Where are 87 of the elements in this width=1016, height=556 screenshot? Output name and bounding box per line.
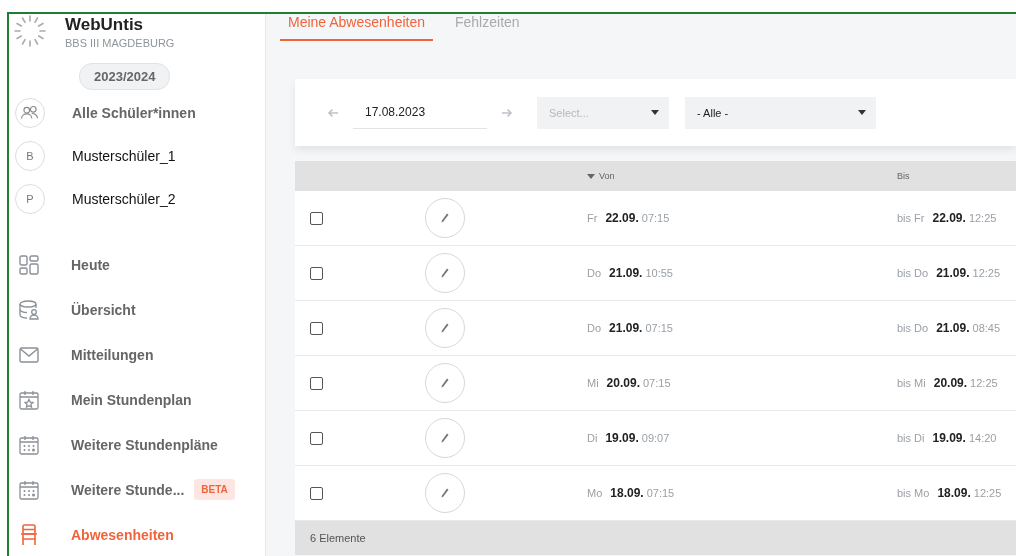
row-checkbox[interactable] <box>310 376 323 390</box>
pencil-icon <box>441 433 449 443</box>
nav-item[interactable]: Mitteilungen <box>71 346 154 363</box>
row-checkbox[interactable] <box>310 321 323 335</box>
student-name[interactable]: Musterschüler_2 <box>72 191 176 207</box>
dropdown-value: - Alle - <box>697 106 729 119</box>
pencil-icon <box>441 213 449 223</box>
student-name[interactable]: Alle Schüler*innen <box>72 105 196 121</box>
school-name: BBS III MAGDEBURG <box>65 37 175 49</box>
row-checkbox[interactable] <box>310 431 323 445</box>
logo-icon <box>13 14 47 48</box>
day-label: bis Do <box>897 267 929 279</box>
pencil-icon <box>441 323 449 333</box>
day-label: Mo <box>587 487 603 499</box>
date-text: 20.09. <box>933 376 968 390</box>
day-label: bis Di <box>897 432 925 444</box>
pencil-icon <box>441 268 449 278</box>
nav-item[interactable]: Abwesenheiten <box>71 526 174 543</box>
placeholder: Select... <box>549 106 589 119</box>
day-label: Mi <box>587 377 599 389</box>
nav-item[interactable]: Weitere Stunde... <box>71 481 185 498</box>
date-field[interactable]: 17.08.2023 <box>353 96 487 129</box>
beta-badge: BETA <box>194 479 235 500</box>
mail-icon <box>19 346 39 363</box>
time-text: 08:45 <box>972 322 1001 334</box>
nav-item[interactable]: Heute <box>71 256 110 273</box>
dashboard-icon <box>19 254 39 275</box>
column-header[interactable]: Bis <box>897 171 910 181</box>
date-text: 18.09. <box>610 486 644 500</box>
day-label: Fr <box>587 212 598 224</box>
edit-button[interactable] <box>425 253 465 293</box>
edit-button[interactable] <box>425 473 465 513</box>
day-label: bis Fr <box>897 212 925 224</box>
time-text: 12:25 <box>970 377 998 389</box>
caret-icon <box>651 110 659 115</box>
tab[interactable]: Meine Abwesenheiten <box>280 14 433 41</box>
nav-item[interactable]: Mein Stundenplan <box>71 391 192 408</box>
database-user-icon <box>19 299 39 320</box>
row-checkbox[interactable] <box>310 266 323 280</box>
time-text: 07:15 <box>646 487 675 499</box>
time-text: 12:25 <box>973 487 1002 499</box>
edit-button[interactable] <box>425 198 465 238</box>
arrow-left-icon[interactable] <box>327 107 339 118</box>
time-text: 12:25 <box>972 267 1001 279</box>
time-text: 07:15 <box>643 377 671 389</box>
date-text: 20.09. <box>606 376 640 390</box>
time-text: 10:55 <box>645 267 673 279</box>
app-name: WebUntis <box>65 15 145 35</box>
time-text: 07:15 <box>641 212 670 224</box>
calendar-icon <box>19 434 39 455</box>
date-text: 19.09. <box>605 431 639 445</box>
day-label: bis Do <box>897 322 929 334</box>
filter-dropdown[interactable]: - Alle - <box>685 96 876 129</box>
day-label: Do <box>587 322 602 334</box>
date-text: 21.09. <box>609 266 643 280</box>
date-text: 18.09. <box>937 486 971 500</box>
column-header[interactable]: Von <box>599 171 615 181</box>
nav-item[interactable]: Übersicht <box>71 301 136 318</box>
edit-button[interactable] <box>425 363 465 403</box>
date-text: 22.09. <box>932 211 966 225</box>
time-text: 12:25 <box>968 212 997 224</box>
arrow-right-icon[interactable] <box>501 107 513 118</box>
row-checkbox[interactable] <box>310 211 323 225</box>
caret-icon <box>858 110 866 115</box>
day-label: bis Mo <box>897 487 930 499</box>
day-label: Di <box>587 432 598 444</box>
item-count: 6 Elemente <box>310 532 366 544</box>
date-text: 21.09. <box>936 321 970 335</box>
day-label: Do <box>587 267 602 279</box>
time-text: 07:15 <box>645 322 673 334</box>
date-text: 21.09. <box>936 266 970 280</box>
nav-item[interactable]: Weitere Stundenpläne <box>71 436 218 453</box>
time-text: 14:20 <box>968 432 997 444</box>
chair-icon <box>20 523 38 546</box>
time-text: 09:07 <box>641 432 670 444</box>
row-checkbox[interactable] <box>310 486 323 500</box>
date-text: 22.09. <box>605 211 639 225</box>
calendar-icon <box>19 479 39 500</box>
student-name[interactable]: Musterschüler_1 <box>72 148 176 164</box>
date-text: 19.09. <box>932 431 966 445</box>
edit-button[interactable] <box>425 308 465 348</box>
school-year-button[interactable]: 2023/2024 <box>79 63 171 90</box>
pencil-icon <box>441 378 449 388</box>
edit-button[interactable] <box>425 418 465 458</box>
day-label: bis Mi <box>897 377 926 389</box>
pencil-icon <box>441 488 449 498</box>
date-text: 21.09. <box>609 321 643 335</box>
